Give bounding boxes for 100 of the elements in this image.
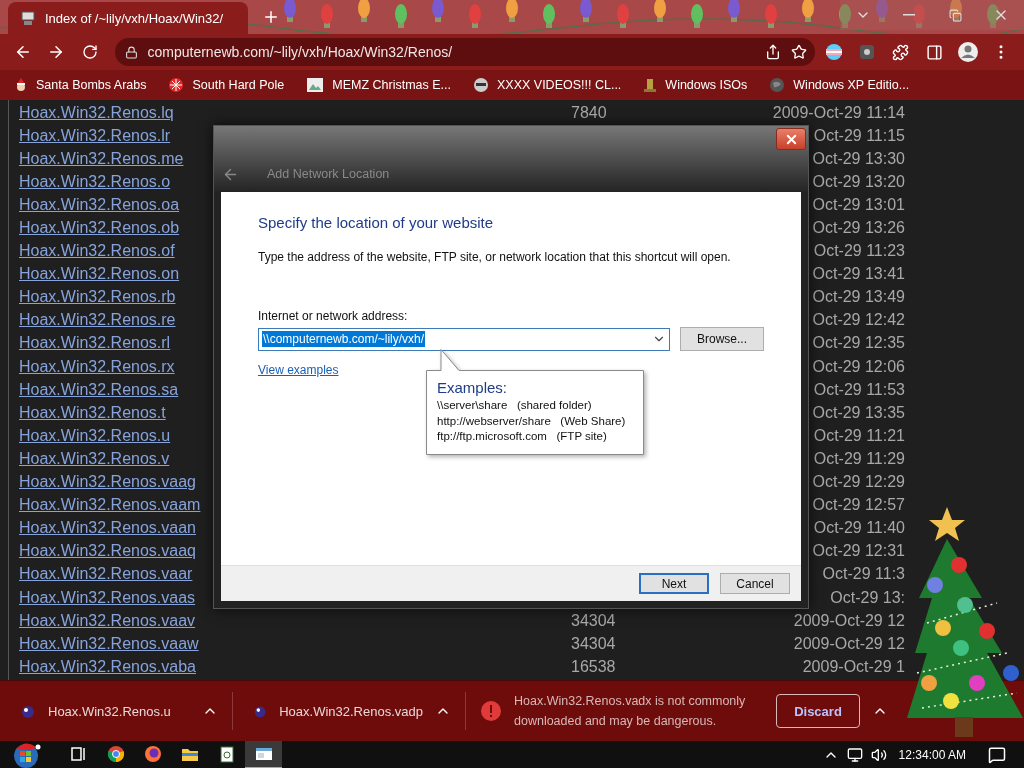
- bookmark[interactable]: Windows XP Editio...: [769, 77, 910, 93]
- download-item[interactable]: Hoax.Win32.Renos.vadp: [233, 692, 466, 730]
- example-line: \\server\share (shared folder): [437, 398, 593, 413]
- file-date: Oct-29 13:30: [812, 149, 905, 168]
- image-icon: [306, 77, 325, 93]
- network-icon[interactable]: [846, 747, 863, 763]
- restore-icon: [948, 8, 962, 22]
- file-link[interactable]: Hoax.Win32.Renos.vaam: [19, 496, 201, 515]
- file-link[interactable]: Hoax.Win32.Renos.oa: [19, 195, 180, 214]
- dialog-description: Type the address of the website, FTP site, or network location that this shortcut will open.: [258, 250, 732, 264]
- file-date: Oct-29 12:31: [812, 542, 905, 561]
- taskbar-button[interactable]: [245, 741, 282, 768]
- file-date: 2009-Oct-29 12: [793, 611, 905, 630]
- file-date: Oct-29 13:49: [812, 288, 905, 307]
- tooltip-heading: Examples:: [437, 379, 509, 396]
- lock-icon: [124, 45, 138, 59]
- discard-button[interactable]: Discard: [776, 694, 860, 728]
- file-date: Oct-29 12:42: [812, 311, 905, 330]
- file-link[interactable]: Hoax.Win32.Renos.on: [19, 265, 180, 284]
- file-date: Oct-29 11:53: [813, 380, 905, 399]
- close-button[interactable]: [776, 128, 806, 150]
- file-link[interactable]: Hoax.Win32.Renos.t: [19, 403, 166, 422]
- task-view-icon: [70, 747, 87, 761]
- file-date: 2009-Oct-29 12: [793, 634, 905, 653]
- file-link[interactable]: Hoax.Win32.Renos.lr: [19, 126, 171, 145]
- file-size: 16538: [571, 657, 616, 676]
- file-link[interactable]: Hoax.Win32.Renos.vaag: [19, 473, 196, 492]
- bookmark[interactable]: Santa Bombs Arabs: [14, 77, 147, 93]
- file-date: Oct-29 13:26: [812, 219, 905, 237]
- file-date: Oct-29 13:01: [812, 195, 905, 214]
- browse-button[interactable]: Browse...: [680, 327, 764, 351]
- file-link[interactable]: Hoax.Win32.Renos.sa: [19, 380, 179, 399]
- bookmark[interactable]: Windows ISOs: [643, 77, 748, 93]
- share-icon[interactable]: [765, 44, 781, 60]
- file-link[interactable]: Hoax.Win32.Renos.rx: [19, 357, 175, 376]
- file-link[interactable]: Hoax.Win32.Renos.u: [19, 426, 171, 445]
- file-link[interactable]: Hoax.Win32.Renos.vaba: [19, 657, 196, 676]
- file-date: Oct-29 11:3: [822, 565, 905, 584]
- plus-icon: [262, 8, 280, 26]
- example-line: http://webserver/share (Web Share): [437, 413, 627, 429]
- file-link[interactable]: Hoax.Win32.Renos.vaaw: [19, 634, 199, 653]
- bookmark-label: Windows ISOs: [665, 78, 748, 92]
- file-date: Oct-29 12:29: [812, 473, 905, 492]
- tower-icon: [643, 77, 658, 93]
- file-link[interactable]: Hoax.Win32.Renos.lq: [19, 103, 174, 122]
- folder-icon: [180, 746, 199, 762]
- warning-icon: [480, 700, 502, 722]
- file-date: Oct-29 13:: [830, 588, 905, 607]
- file-link[interactable]: Hoax.Win32.Renos.vaan: [19, 519, 196, 538]
- file-link[interactable]: Hoax.Win32.Renos.of: [19, 242, 175, 261]
- file-date: Oct-29 11:21: [813, 426, 905, 445]
- file-link[interactable]: Hoax.Win32.Renos.vaav: [19, 611, 196, 630]
- dialog-title: Add Network Location: [267, 167, 390, 181]
- file-link[interactable]: Hoax.Win32.Renos.vaar: [19, 565, 193, 584]
- file-size: 34304: [571, 634, 616, 653]
- cancel-button[interactable]: Cancel: [720, 573, 790, 594]
- file-link[interactable]: Hoax.Win32.Renos.vaaq: [19, 542, 196, 561]
- warning-text: Hoax.Win32.Renos.vadx is not commonly downloaded and may be dangerous.: [514, 693, 747, 730]
- volume-icon[interactable]: [870, 747, 887, 763]
- file-link[interactable]: Hoax.Win32.Renos.me: [19, 149, 184, 168]
- reload-icon: [81, 44, 98, 60]
- bookmark-label: South Hard Pole: [192, 78, 285, 92]
- santa-icon: [14, 77, 28, 93]
- file-date: Oct-29 12:06: [812, 357, 905, 376]
- file-size: 34304: [571, 611, 616, 630]
- example-line: ftp://ftp.microsoft.com (FTP site): [437, 429, 608, 444]
- view-examples-link[interactable]: View examples: [258, 363, 339, 377]
- file-date: Oct-29 13:35: [812, 403, 905, 422]
- bookmark[interactable]: MEMZ Christmas E...: [306, 77, 451, 93]
- address-field[interactable]: \\computernewb.com/~lily/vxh/: [258, 327, 671, 351]
- file-date: 2009-Oct-29 11:14: [772, 103, 905, 122]
- address-bar[interactable]: computernewb.com/~lily/vxh/Hoax/Win32/Renos/: [114, 38, 815, 66]
- file-link[interactable]: Hoax.Win32.Renos.rl: [19, 334, 171, 353]
- next-button[interactable]: Next: [639, 573, 709, 594]
- file-link[interactable]: Hoax.Win32.Renos.rb: [19, 288, 176, 307]
- chrome-icon: [106, 745, 125, 763]
- bookmark[interactable]: South Hard Pole: [168, 77, 285, 93]
- file-link[interactable]: Hoax.Win32.Renos.vaas: [19, 588, 196, 607]
- download-item[interactable]: Hoax.Win32.Renos.u: [0, 692, 233, 730]
- clock: 12:34:00 AM: [898, 748, 966, 762]
- file-date: Oct-29 11:15: [813, 126, 905, 145]
- file-link[interactable]: Hoax.Win32.Renos.re: [19, 311, 176, 330]
- file-link[interactable]: Hoax.Win32.Renos.v: [19, 449, 170, 468]
- bookmark[interactable]: XXXX VIDEOS!!! CL...: [473, 77, 622, 93]
- notepad-icon: [218, 745, 235, 763]
- bookmark-label: Windows XP Editio...: [793, 78, 910, 92]
- field-label: Internet or network address:: [258, 309, 409, 323]
- file-date: Oct-29 11:29: [813, 449, 905, 468]
- file-link[interactable]: Hoax.Win32.Renos.o: [19, 172, 171, 191]
- notifications-icon[interactable]: [988, 746, 1006, 764]
- file-date: Oct-29 13:41: [812, 265, 905, 284]
- browser-tab[interactable]: Index of /~lily/vxh/Hoax/Win32/: [8, 2, 248, 34]
- file-date: Oct-29 12:35: [812, 334, 905, 353]
- file-date: 2009-Oct-29 1: [802, 657, 905, 676]
- file-link[interactable]: Hoax.Win32.Renos.ob: [19, 219, 180, 237]
- computer-icon: [20, 10, 36, 26]
- bookmark-label: Santa Bombs Arabs: [36, 78, 147, 92]
- file-date: Oct-29 11:23: [813, 242, 905, 261]
- file-date: Oct-29 12:57: [812, 496, 905, 515]
- star-icon[interactable]: [791, 44, 807, 60]
